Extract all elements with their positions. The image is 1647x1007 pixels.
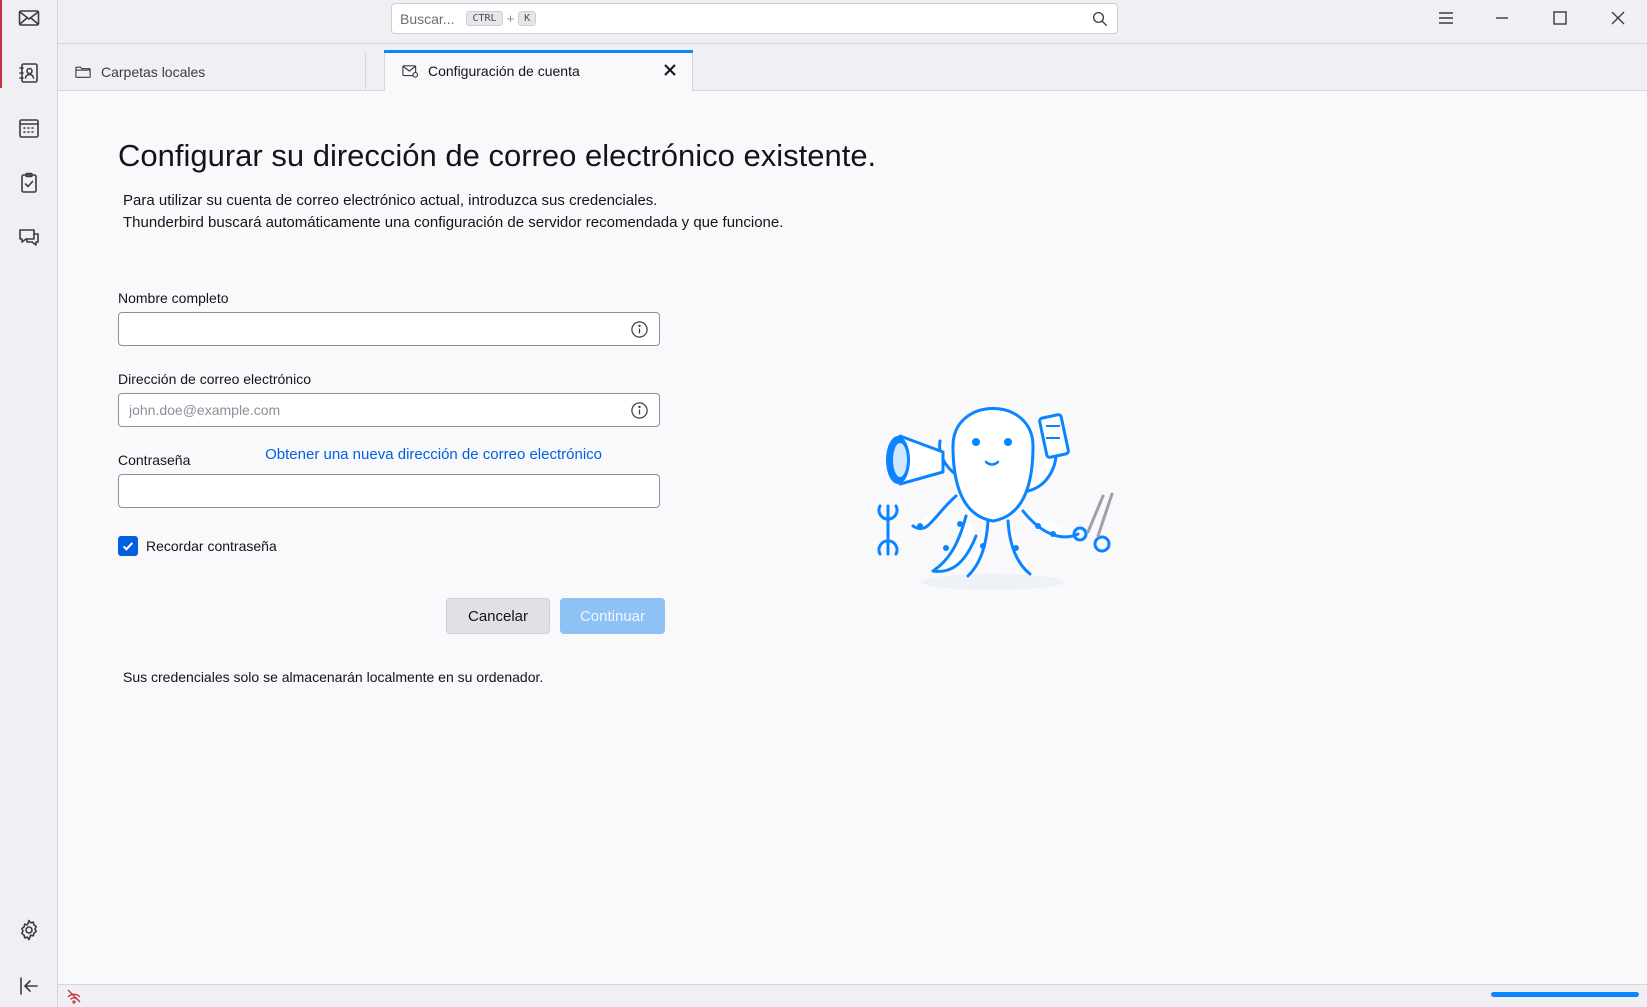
address-book-space-button[interactable] <box>13 57 45 89</box>
new-address-link[interactable]: Obtener una nueva dirección de correo el… <box>265 446 602 463</box>
cancel-button[interactable]: Cancelar <box>446 598 550 634</box>
tasks-space-button[interactable] <box>13 167 45 199</box>
tab-label: Carpetas locales <box>101 63 206 80</box>
mail-settings-icon <box>402 64 419 78</box>
thunderbird-octopus-illustration <box>877 407 1114 590</box>
activity-progress-bar <box>1491 992 1639 997</box>
credentials-note: Sus credenciales solo se almacenarán loc… <box>123 669 544 685</box>
password-label: Contraseña <box>118 452 191 468</box>
remember-password-label[interactable]: Recordar contraseña <box>146 538 277 554</box>
password-input[interactable] <box>119 475 659 507</box>
settings-button[interactable] <box>13 914 45 946</box>
collapse-sidebar-icon <box>20 977 38 995</box>
tab-label: Configuración de cuenta <box>428 62 580 79</box>
minimize-icon <box>1496 16 1508 19</box>
mail-icon <box>18 10 40 26</box>
minimize-button[interactable] <box>1474 0 1530 35</box>
full-name-input[interactable] <box>119 313 659 345</box>
shortcut-key-ctrl: CTRL <box>466 11 503 26</box>
description-line-1: Para utilizar su cuenta de correo electr… <box>123 192 658 209</box>
account-setup-page: Configurar su dirección de correo electr… <box>58 91 1647 984</box>
email-field[interactable] <box>118 393 660 427</box>
tab-local-folders[interactable]: Carpetas locales <box>58 52 366 91</box>
remember-password-checkbox[interactable] <box>118 536 138 556</box>
search-placeholder: Buscar... <box>400 10 455 27</box>
maximize-icon <box>1553 10 1567 25</box>
spaces-toolbar <box>0 0 58 1007</box>
tab-close-button[interactable] <box>662 62 678 78</box>
status-bar <box>58 984 1647 1007</box>
calendar-space-button[interactable] <box>13 112 45 144</box>
maximize-button[interactable] <box>1532 0 1588 35</box>
progress-fill <box>1491 992 1639 997</box>
email-input[interactable] <box>119 394 659 426</box>
full-name-field[interactable] <box>118 312 660 346</box>
checkmark-icon <box>122 542 134 551</box>
hamburger-menu-icon <box>1439 11 1453 24</box>
close-window-button[interactable] <box>1590 0 1646 35</box>
info-icon[interactable] <box>630 401 649 420</box>
title-bar: Buscar... CTRL + K <box>58 0 1647 44</box>
chat-space-button[interactable] <box>13 221 45 253</box>
shortcut-key-k: K <box>518 11 537 26</box>
description-line-2: Thunderbird buscará automáticamente una … <box>123 214 784 231</box>
continue-button[interactable]: Continuar <box>560 598 665 634</box>
search-icon[interactable] <box>1091 10 1109 28</box>
calendar-icon <box>19 119 39 138</box>
close-icon <box>1611 11 1625 24</box>
tasks-icon <box>21 172 37 193</box>
info-icon[interactable] <box>630 320 649 339</box>
close-icon <box>664 64 676 76</box>
shortcut-plus: + <box>506 11 515 26</box>
online-status-icon[interactable] <box>66 988 82 1004</box>
global-search-box[interactable]: Buscar... CTRL + K <box>391 3 1118 34</box>
full-name-label: Nombre completo <box>118 290 229 306</box>
gear-icon <box>21 919 37 941</box>
folder-icon <box>75 66 91 78</box>
password-field[interactable] <box>118 474 660 508</box>
address-book-icon <box>19 63 38 83</box>
collapse-spaces-button[interactable] <box>13 970 45 1002</box>
tab-bar: Carpetas locales Configuración de cuenta <box>58 44 1647 91</box>
mail-space-button[interactable] <box>13 2 45 34</box>
page-title: Configurar su dirección de correo electr… <box>118 138 877 173</box>
email-label: Dirección de correo electrónico <box>118 371 311 387</box>
chat-icon <box>19 229 39 246</box>
app-menu-button[interactable] <box>1418 0 1474 35</box>
tab-account-setup[interactable]: Configuración de cuenta <box>384 50 693 91</box>
